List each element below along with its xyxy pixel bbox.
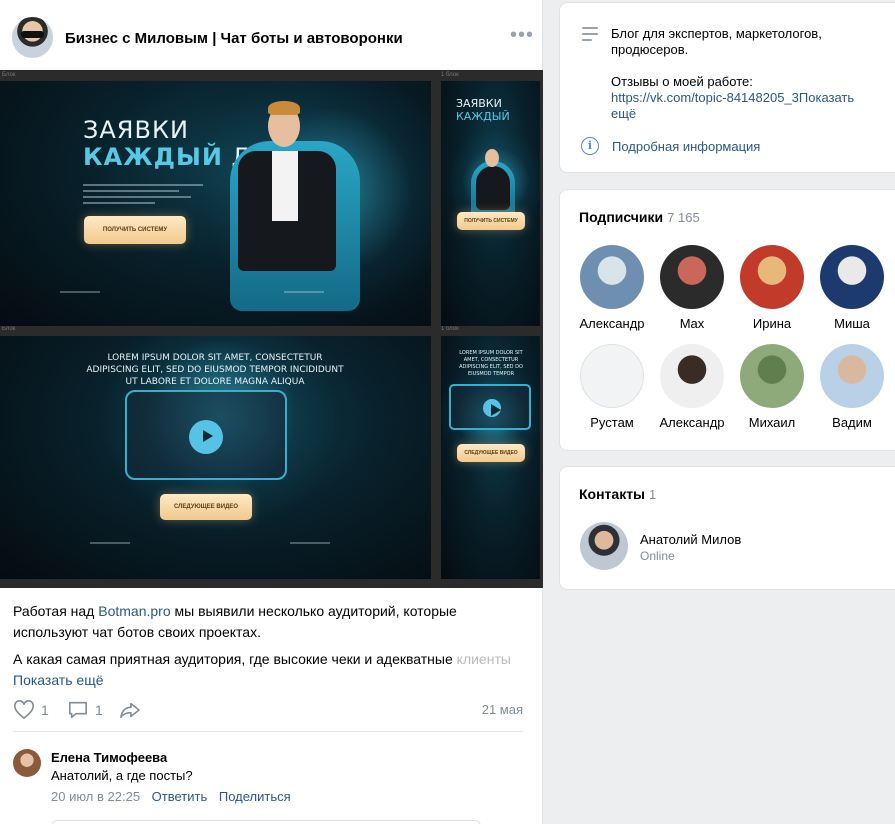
frame-label: Блок — [2, 326, 16, 332]
subscribers-count: 7 165 — [667, 210, 700, 225]
contacts-card: Контакты 1 Анатолий Милов Online — [559, 466, 895, 590]
subscriber-name[interactable]: Михаил — [732, 415, 812, 430]
subscriber-item[interactable]: Миша — [812, 245, 892, 331]
contact-avatar[interactable] — [580, 522, 628, 570]
post-date[interactable]: 21 мая — [482, 702, 523, 717]
subscriber-avatar[interactable] — [740, 245, 804, 309]
comment-icon — [69, 701, 87, 719]
comment-count: 1 — [95, 702, 103, 718]
mobile-video-placeholder — [449, 384, 531, 430]
hero-title: ЗАЯВКИ — [83, 116, 189, 144]
comment-meta: 20 июл в 22:25 Ответить Поделиться — [51, 789, 299, 804]
info-icon: i — [581, 137, 599, 155]
mobile-cta-next-video: СЛЕДУЮЩЕЕ ВИДЕО — [457, 444, 525, 462]
subscriber-avatar[interactable] — [820, 245, 884, 309]
subscriber-name[interactable]: Александр — [572, 316, 652, 331]
reply-link[interactable]: Ответить — [152, 789, 208, 804]
subscriber-item[interactable]: Ирина — [732, 245, 812, 331]
group-name[interactable]: Бизнес с Миловым | Чат боты и автоворонк… — [65, 30, 403, 47]
subscriber-name[interactable]: Max — [652, 316, 732, 331]
subscriber-name[interactable]: Александр — [652, 415, 732, 430]
share-button[interactable] — [119, 698, 147, 722]
post-paragraph: Работая над Botman.pro мы выявили нескол… — [13, 603, 457, 640]
subscriber-name[interactable]: Миша — [812, 316, 892, 331]
share-icon — [120, 702, 140, 719]
subscriber-avatar[interactable] — [580, 344, 644, 408]
contact-status: Online — [640, 549, 675, 563]
contacts-count: 1 — [649, 487, 657, 502]
subscribers-card: Подписчики 7 165 Александр Max Ирина Миша Рус… — [559, 189, 895, 451]
post-paragraph: А какая самая приятная аудитория, где вы… — [13, 651, 511, 688]
comment-button[interactable]: 1 — [67, 698, 103, 722]
subscriber-name[interactable]: Вадим — [812, 415, 892, 430]
frame-label: 1 блок — [441, 72, 459, 78]
comment-author-avatar[interactable] — [13, 749, 41, 777]
share-link[interactable]: Поделиться — [219, 789, 291, 804]
mobile-hero-subtitle: КАЖДЫЙ — [456, 110, 510, 123]
contact-name[interactable]: Анатолий Милов — [640, 532, 741, 547]
cta-next-video: СЛЕДУЮЩЕЕ ВИДЕО — [160, 494, 252, 520]
show-more-link[interactable]: Показать ещё — [13, 672, 104, 688]
details-button[interactable]: i Подробная информация — [581, 136, 760, 156]
mobile-hero-title: ЗАЯВКИ — [456, 97, 502, 110]
group-avatar[interactable] — [12, 17, 53, 58]
like-count: 1 — [41, 702, 49, 718]
botman-link[interactable]: Botman.pro — [98, 603, 170, 619]
post-text: Работая над Botman.pro мы выявили нескол… — [13, 601, 533, 697]
play-icon — [189, 420, 223, 454]
subscriber-item[interactable]: Max — [652, 245, 732, 331]
subscriber-avatar[interactable] — [820, 344, 884, 408]
subscriber-avatar[interactable] — [660, 344, 724, 408]
group-info-card: Блог для экспертов, маркетологов, продюс… — [559, 2, 895, 173]
frame-label: 1 блок — [441, 326, 459, 332]
frame-label: Блок — [2, 72, 16, 78]
post-header: Бизнес с Миловым | Чат боты и автоворонк… — [12, 17, 533, 59]
description-icon — [582, 27, 598, 45]
subscriber-item[interactable]: Михаил — [732, 344, 812, 430]
divider — [13, 731, 523, 732]
subscriber-name[interactable]: Ирина — [732, 316, 812, 331]
landing-desktop-hero: ЗАЯВКИ КАЖДЫЙ ДЕНЬ ПОЛУЧИТЬ СИСТЕМУ — [0, 81, 431, 326]
post-card: Бизнес с Миловым | Чат боты и автоворонк… — [0, 0, 543, 824]
group-description: Блог для экспертов, маркетологов, продюс… — [611, 26, 855, 121]
reviews-link[interactable]: https://vk.com/topic-84148205_3 — [611, 90, 799, 105]
video-section-heading: LOREM IPSUM DOLOR SIT AMET, CONSECTETUR … — [86, 353, 344, 387]
subscriber-name[interactable]: Рустам — [572, 415, 652, 430]
subscriber-avatar[interactable] — [580, 245, 644, 309]
landing-mobile-hero: ЗАЯВКИ КАЖДЫЙ ПОЛУЧИТЬ СИСТЕМУ — [441, 81, 540, 326]
comment-author[interactable]: Елена Тимофеева — [51, 750, 167, 765]
post-actions: 1 1 21 мая — [13, 698, 523, 722]
mobile-play-icon — [483, 399, 501, 417]
comment-time[interactable]: 20 июл в 22:25 — [51, 789, 140, 804]
subscriber-item[interactable]: Александр — [572, 245, 652, 331]
landing-desktop-video: LOREM IPSUM DOLOR SIT AMET, CONSECTETUR … — [0, 336, 431, 579]
like-button[interactable]: 1 — [13, 698, 49, 722]
subscriber-item[interactable]: Вадим — [812, 344, 892, 430]
details-label: Подробная информация — [612, 138, 761, 154]
post-image[interactable]: Блок 1 блок Блок 1 блок ЗАЯВКИ КАЖДЫЙ ДЕ… — [0, 70, 543, 588]
subscriber-item[interactable]: Александр — [652, 344, 732, 430]
subscriber-avatar[interactable] — [740, 344, 804, 408]
video-placeholder — [125, 390, 287, 480]
heart-icon — [14, 700, 34, 720]
more-options-icon[interactable]: ••• — [510, 25, 533, 48]
contacts-heading[interactable]: Контакты 1 — [579, 486, 656, 502]
comment-text: Анатолий, а где посты? — [51, 768, 193, 783]
mobile-cta-get-system: ПОЛУЧИТЬ СИСТЕМУ — [457, 212, 525, 230]
subscriber-avatar[interactable] — [660, 245, 724, 309]
cta-get-system: ПОЛУЧИТЬ СИСТЕМУ — [84, 216, 186, 244]
mobile-video-heading: LOREM IPSUM DOLOR SIT AMET, CONSECTETUR … — [459, 350, 523, 377]
hero-description — [83, 184, 203, 214]
landing-mobile-video: LOREM IPSUM DOLOR SIT AMET, CONSECTETUR … — [441, 336, 540, 579]
subscribers-heading[interactable]: Подписчики 7 165 — [579, 209, 700, 225]
subscriber-item[interactable]: Рустам — [572, 344, 652, 430]
comment-input-edge[interactable] — [51, 820, 481, 824]
